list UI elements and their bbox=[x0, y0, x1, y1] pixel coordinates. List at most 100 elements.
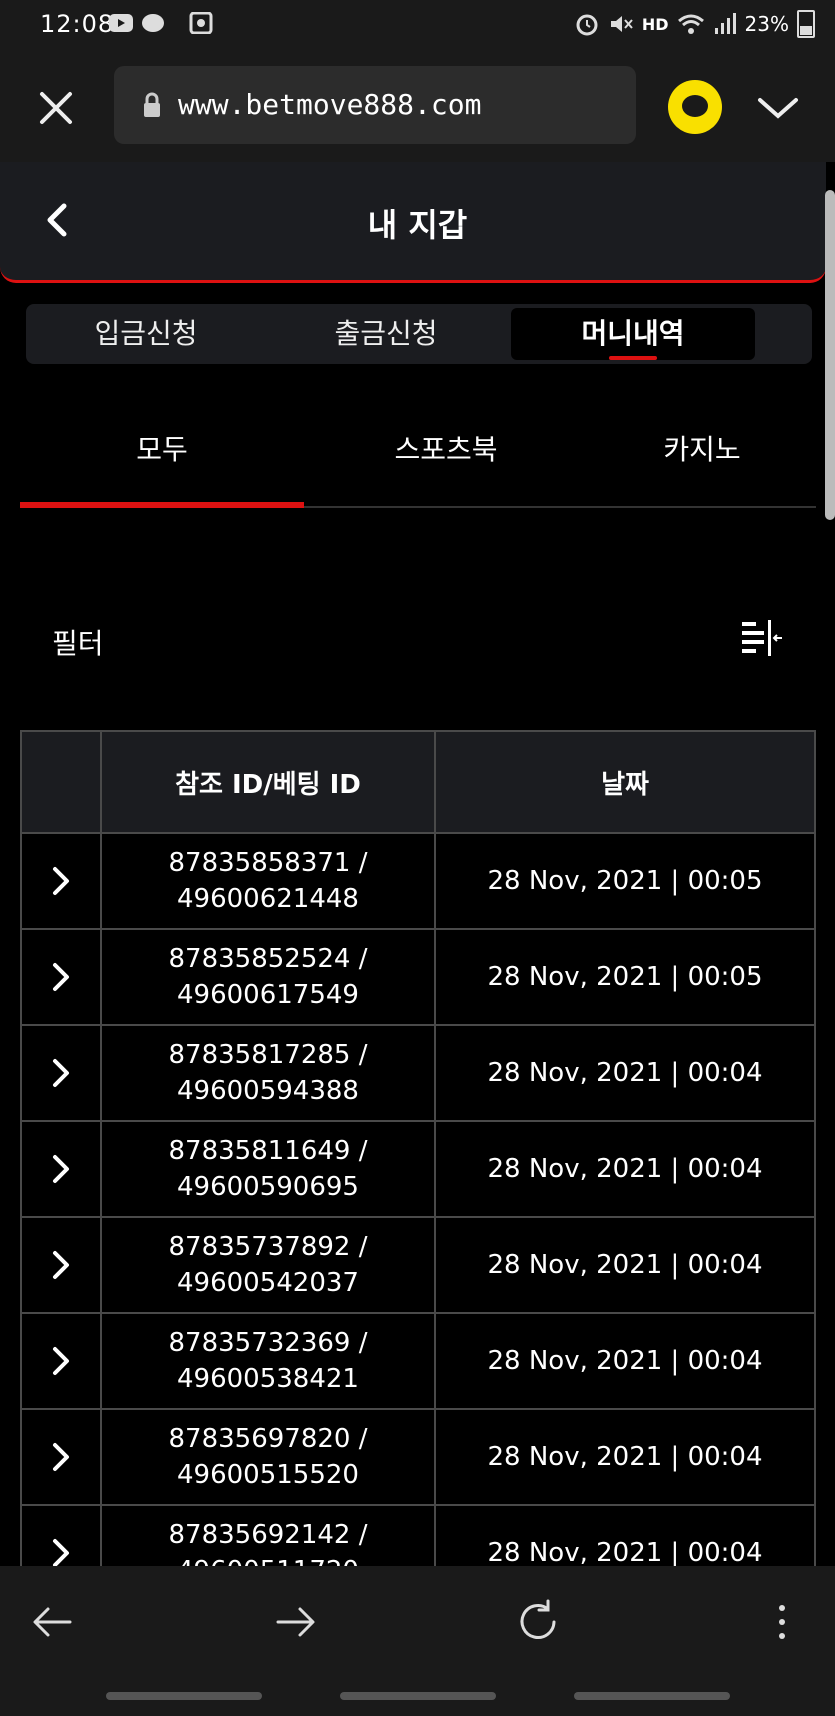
chevron-right-icon bbox=[53, 1443, 69, 1471]
bet-id: 49600590695 bbox=[177, 1172, 359, 1202]
ref-id: 87835697820 / bbox=[168, 1424, 368, 1454]
chat-bubble-icon bbox=[142, 14, 164, 32]
table-header-row: 참조 ID/베팅 ID 날짜 bbox=[20, 730, 816, 834]
refresh-icon[interactable] bbox=[514, 1598, 562, 1646]
gesture-pill bbox=[106, 1692, 262, 1700]
row-expand-button[interactable] bbox=[20, 928, 102, 1026]
ref-bet-id-cell: 87835811649 / 49600590695 bbox=[100, 1120, 436, 1218]
bet-id: 49600617549 bbox=[177, 980, 359, 1010]
ref-id: 87835737892 / bbox=[168, 1232, 368, 1262]
row-expand-button[interactable] bbox=[20, 832, 102, 930]
header-ref-id: 참조 ID/베팅 ID bbox=[100, 730, 436, 834]
table-row[interactable]: 87835737892 / 49600542037 28 Nov, 2021 | 0… bbox=[20, 1216, 816, 1314]
bet-id: 49600538421 bbox=[177, 1364, 359, 1394]
table-row[interactable]: 87835858371 / 49600621448 28 Nov, 2021 | 0… bbox=[20, 832, 816, 930]
date-cell: 28 Nov, 2021 | 00:04 bbox=[434, 1504, 816, 1566]
row-expand-button[interactable] bbox=[20, 1024, 102, 1122]
chevron-right-icon bbox=[53, 1059, 69, 1087]
table-row[interactable]: 87835817285 / 49600594388 28 Nov, 2021 | 0… bbox=[20, 1024, 816, 1122]
filter-icon[interactable] bbox=[740, 618, 784, 658]
status-right-group: HD 23% bbox=[574, 10, 815, 38]
ref-bet-id-cell: 87835858371 / 49600621448 bbox=[100, 832, 436, 930]
chevron-right-icon bbox=[53, 1251, 69, 1279]
ref-id: 87835817285 / bbox=[168, 1040, 368, 1070]
table-row[interactable]: 87835852524 / 49600617549 28 Nov, 2021 | 0… bbox=[20, 928, 816, 1026]
battery-icon bbox=[797, 10, 815, 38]
row-expand-button[interactable] bbox=[20, 1504, 102, 1566]
ref-id: 87835811649 / bbox=[168, 1136, 368, 1166]
ref-bet-id-cell: 87835852524 / 49600617549 bbox=[100, 928, 436, 1026]
wallet-tabs: 입금신청 출금신청 머니내역 bbox=[26, 304, 812, 364]
hd-voice-label: HD bbox=[641, 14, 669, 34]
category-tabs: 모두 스포츠북 카지노 bbox=[20, 410, 816, 508]
status-bar: 12:08 HD 23% bbox=[0, 0, 835, 50]
table-body: 87835858371 / 49600621448 28 Nov, 2021 | 0… bbox=[20, 832, 816, 1566]
scrollbar[interactable] bbox=[825, 190, 835, 520]
browser-toolbar: www.betmove888.com bbox=[0, 50, 835, 162]
date-cell: 28 Nov, 2021 | 00:04 bbox=[434, 1408, 816, 1506]
chevron-right-icon bbox=[53, 1155, 69, 1183]
table-viewport[interactable]: 참조 ID/베팅 ID 날짜 87835858371 / 49600621448 2… bbox=[0, 730, 835, 1566]
page-header: 내 지갑 bbox=[0, 162, 826, 283]
tab-sportsbook[interactable]: 스포츠북 bbox=[304, 428, 588, 488]
page-title: 내 지갑 bbox=[367, 206, 468, 244]
money-history-table: 참조 ID/베팅 ID 날짜 87835858371 / 49600621448 2… bbox=[20, 730, 816, 1566]
row-expand-button[interactable] bbox=[20, 1312, 102, 1410]
more-vertical-icon[interactable] bbox=[758, 1598, 806, 1646]
chevron-right-icon bbox=[53, 1539, 69, 1566]
date-cell: 28 Nov, 2021 | 00:04 bbox=[434, 1024, 816, 1122]
date-cell: 28 Nov, 2021 | 00:04 bbox=[434, 1216, 816, 1314]
row-expand-button[interactable] bbox=[20, 1120, 102, 1218]
gesture-pill bbox=[340, 1692, 496, 1700]
chevron-right-icon bbox=[53, 867, 69, 895]
date-cell: 28 Nov, 2021 | 00:04 bbox=[434, 1312, 816, 1410]
row-expand-button[interactable] bbox=[20, 1408, 102, 1506]
signal-icon bbox=[714, 13, 736, 34]
youtube-icon bbox=[109, 14, 133, 32]
tab-withdraw-request[interactable]: 출금신청 bbox=[266, 304, 506, 364]
table-row[interactable]: 87835697820 / 49600515520 28 Nov, 2021 | 0… bbox=[20, 1408, 816, 1506]
table-row[interactable]: 87835732369 / 49600538421 28 Nov, 2021 | 0… bbox=[20, 1312, 816, 1410]
tab-deposit-request[interactable]: 입금신청 bbox=[26, 304, 266, 364]
date-cell: 28 Nov, 2021 | 00:04 bbox=[434, 1120, 816, 1218]
header-date: 날짜 bbox=[434, 730, 816, 834]
status-time: 12:08 bbox=[40, 10, 115, 38]
ref-id: 87835732369 / bbox=[168, 1328, 368, 1358]
bet-id: 49600621448 bbox=[177, 884, 359, 914]
tab-all[interactable]: 모두 bbox=[20, 428, 304, 488]
tab-money-history[interactable]: 머니내역 bbox=[511, 308, 755, 360]
mute-icon bbox=[610, 16, 633, 32]
active-tab-indicator bbox=[20, 502, 304, 508]
ref-id: 87835692142 / bbox=[168, 1520, 368, 1550]
arrow-right-icon[interactable] bbox=[272, 1598, 320, 1646]
bet-id: 49600515520 bbox=[177, 1460, 359, 1490]
bet-id: 49600594388 bbox=[177, 1076, 359, 1106]
browser-bottom-nav bbox=[0, 1566, 835, 1686]
arrow-left-icon[interactable] bbox=[28, 1598, 76, 1646]
header-expand bbox=[20, 730, 102, 834]
alarm-icon bbox=[576, 14, 598, 36]
screen-recorder-icon bbox=[189, 12, 213, 34]
ref-bet-id-cell: 87835737892 / 49600542037 bbox=[100, 1216, 436, 1314]
url-bar[interactable]: www.betmove888.com bbox=[114, 66, 636, 144]
bet-id: 49600511720 bbox=[177, 1556, 359, 1566]
ref-bet-id-cell: 87835697820 / 49600515520 bbox=[100, 1408, 436, 1506]
url-text: www.betmove888.com bbox=[178, 88, 482, 121]
table-row[interactable]: 87835692142 / 49600511720 28 Nov, 2021 | 0… bbox=[20, 1504, 816, 1566]
ref-bet-id-cell: 87835817285 / 49600594388 bbox=[100, 1024, 436, 1122]
table-row[interactable]: 87835811649 / 49600590695 28 Nov, 2021 | 0… bbox=[20, 1120, 816, 1218]
date-cell: 28 Nov, 2021 | 00:05 bbox=[434, 928, 816, 1026]
tab-casino[interactable]: 카지노 bbox=[588, 428, 816, 488]
kakao-talk-icon[interactable] bbox=[668, 80, 722, 134]
row-expand-button[interactable] bbox=[20, 1216, 102, 1314]
gesture-pill bbox=[574, 1692, 730, 1700]
close-icon[interactable] bbox=[36, 88, 76, 128]
ref-bet-id-cell: 87835732369 / 49600538421 bbox=[100, 1312, 436, 1410]
wifi-icon bbox=[677, 14, 704, 34]
battery-percent: 23% bbox=[744, 12, 789, 36]
chevron-down-icon[interactable] bbox=[756, 86, 800, 130]
ref-id: 87835852524 / bbox=[168, 944, 368, 974]
gesture-bar bbox=[0, 1686, 835, 1716]
chevron-right-icon bbox=[53, 1347, 69, 1375]
ref-id: 87835858371 / bbox=[168, 848, 368, 878]
